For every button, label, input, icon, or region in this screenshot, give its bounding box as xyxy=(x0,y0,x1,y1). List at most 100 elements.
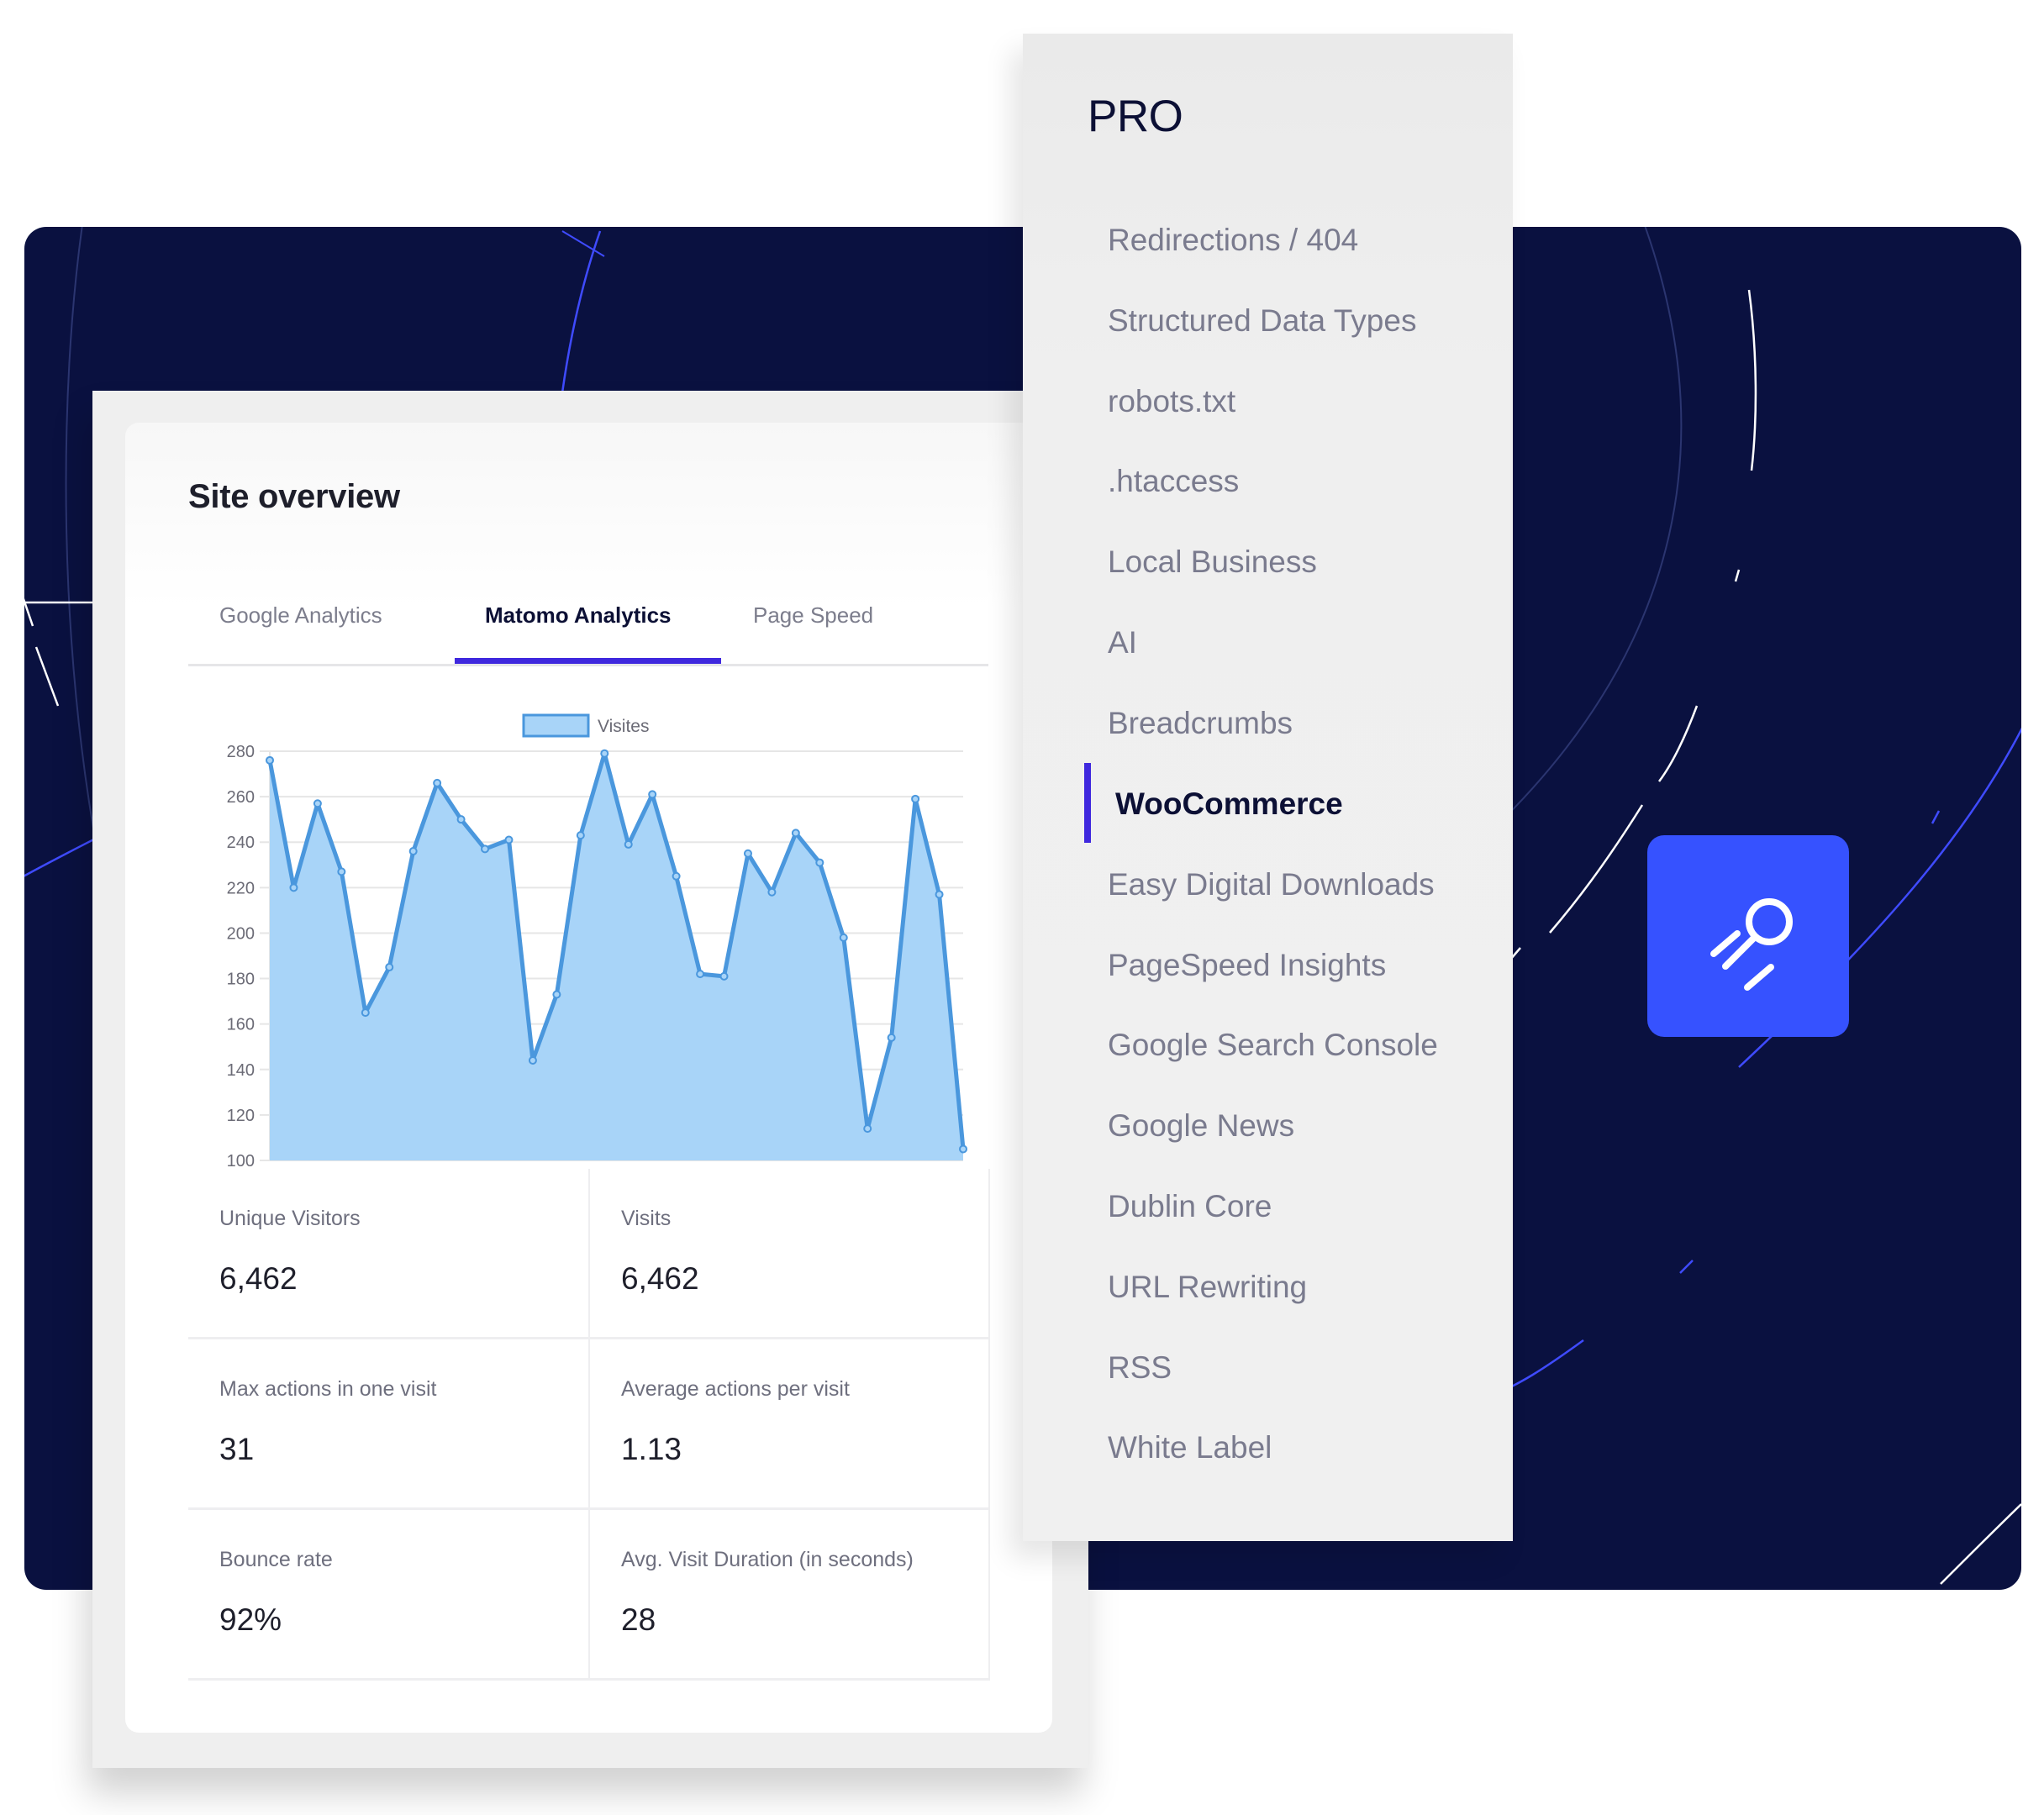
menu-item-redirections[interactable]: Redirections / 404 xyxy=(1108,223,1358,258)
y-tick-label: 180 xyxy=(227,971,255,989)
y-tick-label: 280 xyxy=(227,743,255,761)
data-point[interactable] xyxy=(576,831,585,840)
data-point[interactable] xyxy=(911,794,920,803)
active-item-indicator xyxy=(1084,763,1091,843)
data-point[interactable] xyxy=(791,829,800,838)
stat-avg-visit-duration: Avg. Visit Duration (in seconds) 28 xyxy=(588,1510,988,1681)
menu-item-white-label[interactable]: White Label xyxy=(1108,1430,1272,1465)
menu-item-structured-data-types[interactable]: Structured Data Types xyxy=(1108,303,1416,339)
stat-value: 1.13 xyxy=(621,1432,682,1466)
site-overview-frame: Site overview Google Analytics Matomo An… xyxy=(92,391,1088,1768)
data-point[interactable] xyxy=(743,849,752,858)
stat-value: 6,462 xyxy=(621,1261,699,1296)
stat-max-actions: Max actions in one visit 31 xyxy=(188,1339,588,1510)
stat-label: Average actions per visit xyxy=(621,1377,850,1401)
page-title: Site overview xyxy=(188,478,400,515)
orbit-line xyxy=(1747,289,1757,471)
orbit-line xyxy=(24,597,34,627)
active-tab-indicator xyxy=(455,658,721,664)
stat-value: 31 xyxy=(219,1432,255,1466)
data-point[interactable] xyxy=(289,883,298,892)
data-point[interactable] xyxy=(696,970,705,979)
menu-item-pagespeed-insights[interactable]: PageSpeed Insights xyxy=(1108,948,1386,983)
stat-label: Visits xyxy=(621,1207,672,1230)
data-point[interactable] xyxy=(361,1008,370,1018)
menu-item-rss[interactable]: RSS xyxy=(1108,1350,1172,1386)
legend-swatch[interactable] xyxy=(522,713,590,738)
y-tick-label: 260 xyxy=(227,788,255,807)
data-point[interactable] xyxy=(767,887,777,897)
data-point[interactable] xyxy=(839,933,848,942)
orbit-line xyxy=(1931,810,1941,824)
chart-y-ticks: 100 120 140 160 180 200 220 240 260 280 xyxy=(227,743,255,1171)
stat-bounce-rate: Bounce rate 92% xyxy=(188,1510,588,1681)
orbit-line xyxy=(1734,569,1741,582)
stat-unique-visitors: Unique Visitors 6,462 xyxy=(188,1169,588,1339)
orbit-line xyxy=(1679,1260,1694,1274)
pro-features-menu: PRO Redirections / 404 Structured Data T… xyxy=(1023,34,1513,1541)
data-point[interactable] xyxy=(672,871,681,881)
menu-item-woocommerce[interactable]: WooCommerce xyxy=(1115,786,1343,822)
analytics-tabs: Google Analytics Matomo Analytics Page S… xyxy=(188,591,988,666)
site-overview-card: Site overview Google Analytics Matomo An… xyxy=(125,423,1052,1733)
y-tick-label: 120 xyxy=(227,1107,255,1125)
data-point[interactable] xyxy=(648,790,657,799)
data-point[interactable] xyxy=(624,839,633,849)
menu-item-google-news[interactable]: Google News xyxy=(1108,1108,1294,1144)
tab-matomo-analytics[interactable]: Matomo Analytics xyxy=(485,602,672,629)
tab-google-analytics[interactable]: Google Analytics xyxy=(219,602,382,629)
stat-value: 6,462 xyxy=(219,1261,298,1296)
stats-grid: Unique Visitors 6,462 Visits 6,462 Max a… xyxy=(188,1169,990,1681)
stat-label: Avg. Visit Duration (in seconds) xyxy=(621,1548,914,1571)
stat-value: 28 xyxy=(621,1602,656,1637)
menu-item-google-search-console[interactable]: Google Search Console xyxy=(1108,1028,1438,1063)
y-tick-label: 100 xyxy=(227,1152,255,1171)
visits-chart: 100 120 140 160 180 200 220 240 260 280 Visites xyxy=(125,675,1052,1179)
menu-item-ai[interactable]: AI xyxy=(1108,625,1137,660)
data-point[interactable] xyxy=(385,963,394,972)
data-point[interactable] xyxy=(313,799,322,808)
data-point[interactable] xyxy=(552,990,561,999)
stat-value: 92% xyxy=(219,1602,282,1637)
feature-icon-tile[interactable] xyxy=(1647,835,1849,1037)
menu-item-breadcrumbs[interactable]: Breadcrumbs xyxy=(1108,706,1293,741)
y-tick-label: 200 xyxy=(227,924,255,943)
data-point[interactable] xyxy=(935,890,944,899)
menu-item-dublin-core[interactable]: Dublin Core xyxy=(1108,1189,1272,1224)
data-point[interactable] xyxy=(959,1144,967,1154)
data-point[interactable] xyxy=(266,755,274,765)
data-point[interactable] xyxy=(719,971,729,981)
tab-page-speed[interactable]: Page Speed xyxy=(753,602,873,629)
rocket-search-icon xyxy=(1710,898,1793,991)
y-tick-label: 240 xyxy=(227,834,255,852)
data-point[interactable] xyxy=(337,867,346,876)
stat-label: Bounce rate xyxy=(219,1548,333,1571)
y-tick-label: 140 xyxy=(227,1061,255,1080)
visits-chart-svg: 100 120 140 160 180 200 220 240 260 280 Visites xyxy=(227,713,967,1171)
data-point[interactable] xyxy=(887,1033,896,1042)
menu-item-easy-digital-downloads[interactable]: Easy Digital Downloads xyxy=(1108,867,1435,902)
data-point[interactable] xyxy=(481,844,490,854)
data-point[interactable] xyxy=(863,1124,872,1134)
menu-item-robots-txt[interactable]: robots.txt xyxy=(1108,384,1235,419)
pro-menu-title: PRO xyxy=(1088,92,1183,141)
legend-label[interactable]: Visites xyxy=(598,717,649,736)
menu-item-local-business[interactable]: Local Business xyxy=(1108,544,1317,580)
data-point[interactable] xyxy=(408,847,418,856)
data-point[interactable] xyxy=(528,1055,537,1065)
menu-item-url-rewriting[interactable]: URL Rewriting xyxy=(1108,1270,1307,1305)
orbit-line xyxy=(1940,1503,2021,1585)
orbit-line xyxy=(1549,804,1644,934)
orbit-line xyxy=(1503,1339,1584,1392)
data-point[interactable] xyxy=(600,749,609,758)
data-point[interactable] xyxy=(815,858,824,867)
y-tick-label: 160 xyxy=(227,1016,255,1034)
data-point[interactable] xyxy=(433,778,442,787)
orbit-line xyxy=(34,646,60,707)
stat-average-actions: Average actions per visit 1.13 xyxy=(588,1339,988,1510)
orbit-line xyxy=(1657,705,1699,782)
data-point[interactable] xyxy=(504,835,514,844)
data-point[interactable] xyxy=(456,815,466,824)
visits-area xyxy=(270,753,963,1160)
menu-item-htaccess[interactable]: .htaccess xyxy=(1108,464,1239,499)
